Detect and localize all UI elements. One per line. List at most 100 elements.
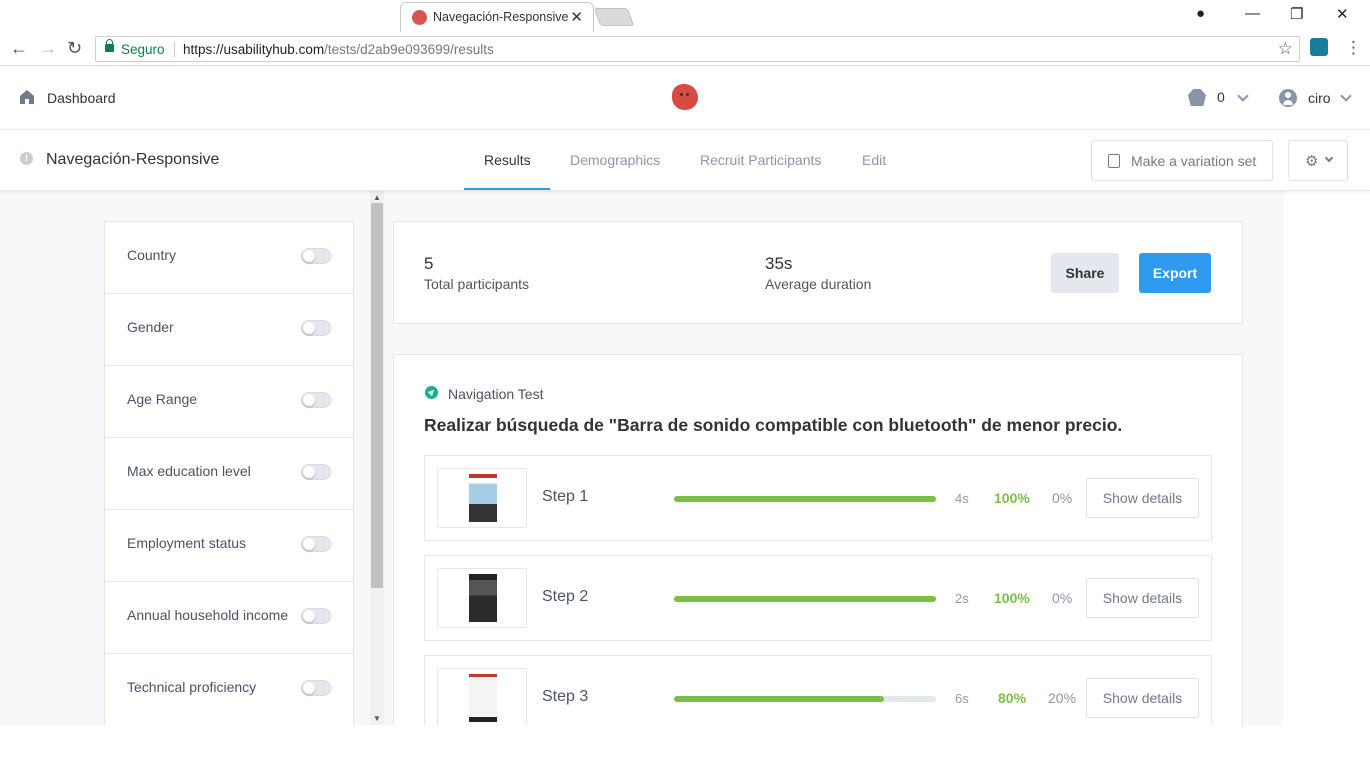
browser-titlebar: Navegación-Responsive ✕ ● — ❐ ✕	[0, 0, 1370, 33]
filter-row-employment: Employment status	[105, 510, 353, 582]
tab-recruit-participants[interactable]: Recruit Participants	[700, 152, 821, 168]
scroll-down-icon[interactable]: ▼	[373, 714, 381, 723]
filter-toggle[interactable]	[301, 392, 331, 408]
success-progress-fill	[674, 596, 936, 602]
secure-label: Seguro	[121, 42, 165, 57]
variation-set-icon	[1108, 154, 1120, 168]
minimize-icon[interactable]: —	[1245, 5, 1260, 22]
filter-toggle[interactable]	[301, 680, 331, 696]
credits-icon[interactable]	[1188, 89, 1206, 106]
share-button[interactable]: Share	[1051, 253, 1119, 293]
step-fail-percent: 0%	[1052, 590, 1073, 606]
step-time: 6s	[955, 691, 969, 706]
filter-label: Age Range	[127, 391, 198, 407]
show-details-button[interactable]: Show details	[1086, 578, 1199, 618]
main-content: Country Gender Age Range Max education l…	[0, 191, 1370, 725]
chevron-down-icon	[1324, 153, 1334, 163]
filter-toggle[interactable]	[301, 320, 331, 336]
close-window-icon[interactable]: ✕	[1336, 5, 1349, 23]
success-progress-bar	[674, 596, 936, 602]
menu-kebab-icon[interactable]: ⋮	[1345, 38, 1362, 58]
tab-results[interactable]: Results	[484, 152, 531, 168]
info-icon[interactable]: i	[20, 152, 33, 165]
summary-card: 5 Total participants 35s Average duratio…	[393, 221, 1243, 324]
filter-label: Employment status	[127, 535, 247, 551]
step-name: Step 1	[542, 488, 589, 505]
show-details-button[interactable]: Show details	[1086, 678, 1199, 718]
test-header: i Navegación-Responsive Results Demograp…	[0, 130, 1370, 191]
export-button[interactable]: Export	[1139, 253, 1211, 293]
filter-toggle[interactable]	[301, 248, 331, 264]
navigation-test-card: Navigation Test Realizar búsqueda de "Ba…	[393, 354, 1243, 725]
browser-toolbar: ← → ↻ Seguro https://usabilityhub.com/te…	[0, 33, 1370, 66]
step-row: Step 2 2s 100% 0% Show details	[424, 555, 1212, 641]
scroll-up-icon[interactable]: ▲	[373, 193, 381, 202]
step-row: Step 1 4s 100% 0% Show details	[424, 455, 1212, 541]
filter-toggle[interactable]	[301, 536, 331, 552]
success-progress-fill	[674, 696, 884, 702]
active-tab-indicator	[464, 188, 550, 190]
filter-row-gender: Gender	[105, 294, 353, 366]
success-progress-fill	[674, 496, 936, 502]
close-tab-icon[interactable]: ✕	[570, 8, 583, 26]
tab-demographics[interactable]: Demographics	[570, 152, 660, 168]
address-bar[interactable]: Seguro https://usabilityhub.com/tests/d2…	[95, 36, 1300, 62]
test-type-label: Navigation Test	[448, 386, 544, 402]
reload-icon[interactable]: ↻	[67, 38, 82, 59]
filter-label: Technical proficiency	[127, 679, 257, 695]
user-avatar-icon[interactable]	[1279, 89, 1297, 107]
dashboard-link[interactable]: Dashboard	[47, 90, 116, 106]
url-path: /tests/d2ab9e093699/results	[324, 42, 494, 57]
profile-icon[interactable]: ●	[1196, 5, 1205, 22]
average-duration-label: Average duration	[765, 276, 872, 292]
divider	[174, 42, 175, 57]
screenshot-image	[469, 474, 497, 522]
browser-tab[interactable]: Navegación-Responsive ✕	[400, 2, 594, 32]
step-screenshot-thumbnail[interactable]	[437, 568, 527, 628]
success-progress-bar	[674, 696, 936, 702]
step-name: Step 2	[542, 588, 589, 605]
url-text: https://usabilityhub.com/tests/d2ab9e093…	[183, 42, 494, 57]
app-header: Dashboard 0 ciro	[0, 67, 1370, 130]
user-name[interactable]: ciro	[1308, 90, 1331, 106]
extension-icon[interactable]	[1310, 38, 1328, 56]
step-name: Step 3	[542, 688, 589, 705]
scrollbar-thumb[interactable]	[371, 203, 383, 588]
tab-edit[interactable]: Edit	[862, 152, 886, 168]
home-icon[interactable]	[19, 89, 35, 105]
step-time: 4s	[955, 491, 969, 506]
success-progress-bar	[674, 496, 936, 502]
new-tab-button[interactable]	[593, 8, 635, 26]
filter-row-country: Country	[105, 222, 353, 294]
favicon-icon	[412, 10, 427, 25]
bookmark-star-icon[interactable]: ☆	[1278, 39, 1293, 59]
usabilityhub-logo[interactable]	[672, 84, 698, 110]
make-variation-set-button[interactable]: Make a variation set	[1091, 140, 1273, 181]
filter-row-technical-proficiency: Technical proficiency	[105, 654, 353, 725]
back-icon[interactable]: ←	[10, 38, 28, 59]
step-screenshot-thumbnail[interactable]	[437, 668, 527, 725]
average-duration-value: 35s	[765, 254, 793, 273]
page-gutter	[1283, 191, 1370, 725]
filter-row-age-range: Age Range	[105, 366, 353, 438]
credits-count[interactable]: 0	[1217, 89, 1225, 105]
show-details-button[interactable]: Show details	[1086, 478, 1199, 518]
filter-label: Country	[127, 247, 177, 263]
filter-label: Gender	[127, 319, 174, 335]
filter-toggle[interactable]	[301, 464, 331, 480]
navigation-test-icon	[425, 386, 438, 399]
step-success-percent: 100%	[994, 490, 1030, 506]
step-fail-percent: 20%	[1048, 690, 1077, 706]
step-success-percent: 100%	[994, 590, 1030, 606]
forward-icon[interactable]: →	[39, 38, 57, 59]
test-title: Navegación-Responsive	[46, 151, 220, 168]
filter-toggle[interactable]	[301, 608, 331, 624]
settings-menu-button[interactable]: ⚙	[1288, 140, 1348, 181]
chevron-down-icon[interactable]	[1340, 90, 1352, 102]
restore-icon[interactable]: ❐	[1290, 5, 1303, 23]
chevron-down-icon[interactable]	[1237, 90, 1249, 102]
url-host: https://usabilityhub.com	[183, 42, 325, 57]
step-fail-percent: 0%	[1052, 490, 1073, 506]
step-screenshot-thumbnail[interactable]	[437, 468, 527, 528]
step-success-percent: 80%	[998, 690, 1027, 706]
